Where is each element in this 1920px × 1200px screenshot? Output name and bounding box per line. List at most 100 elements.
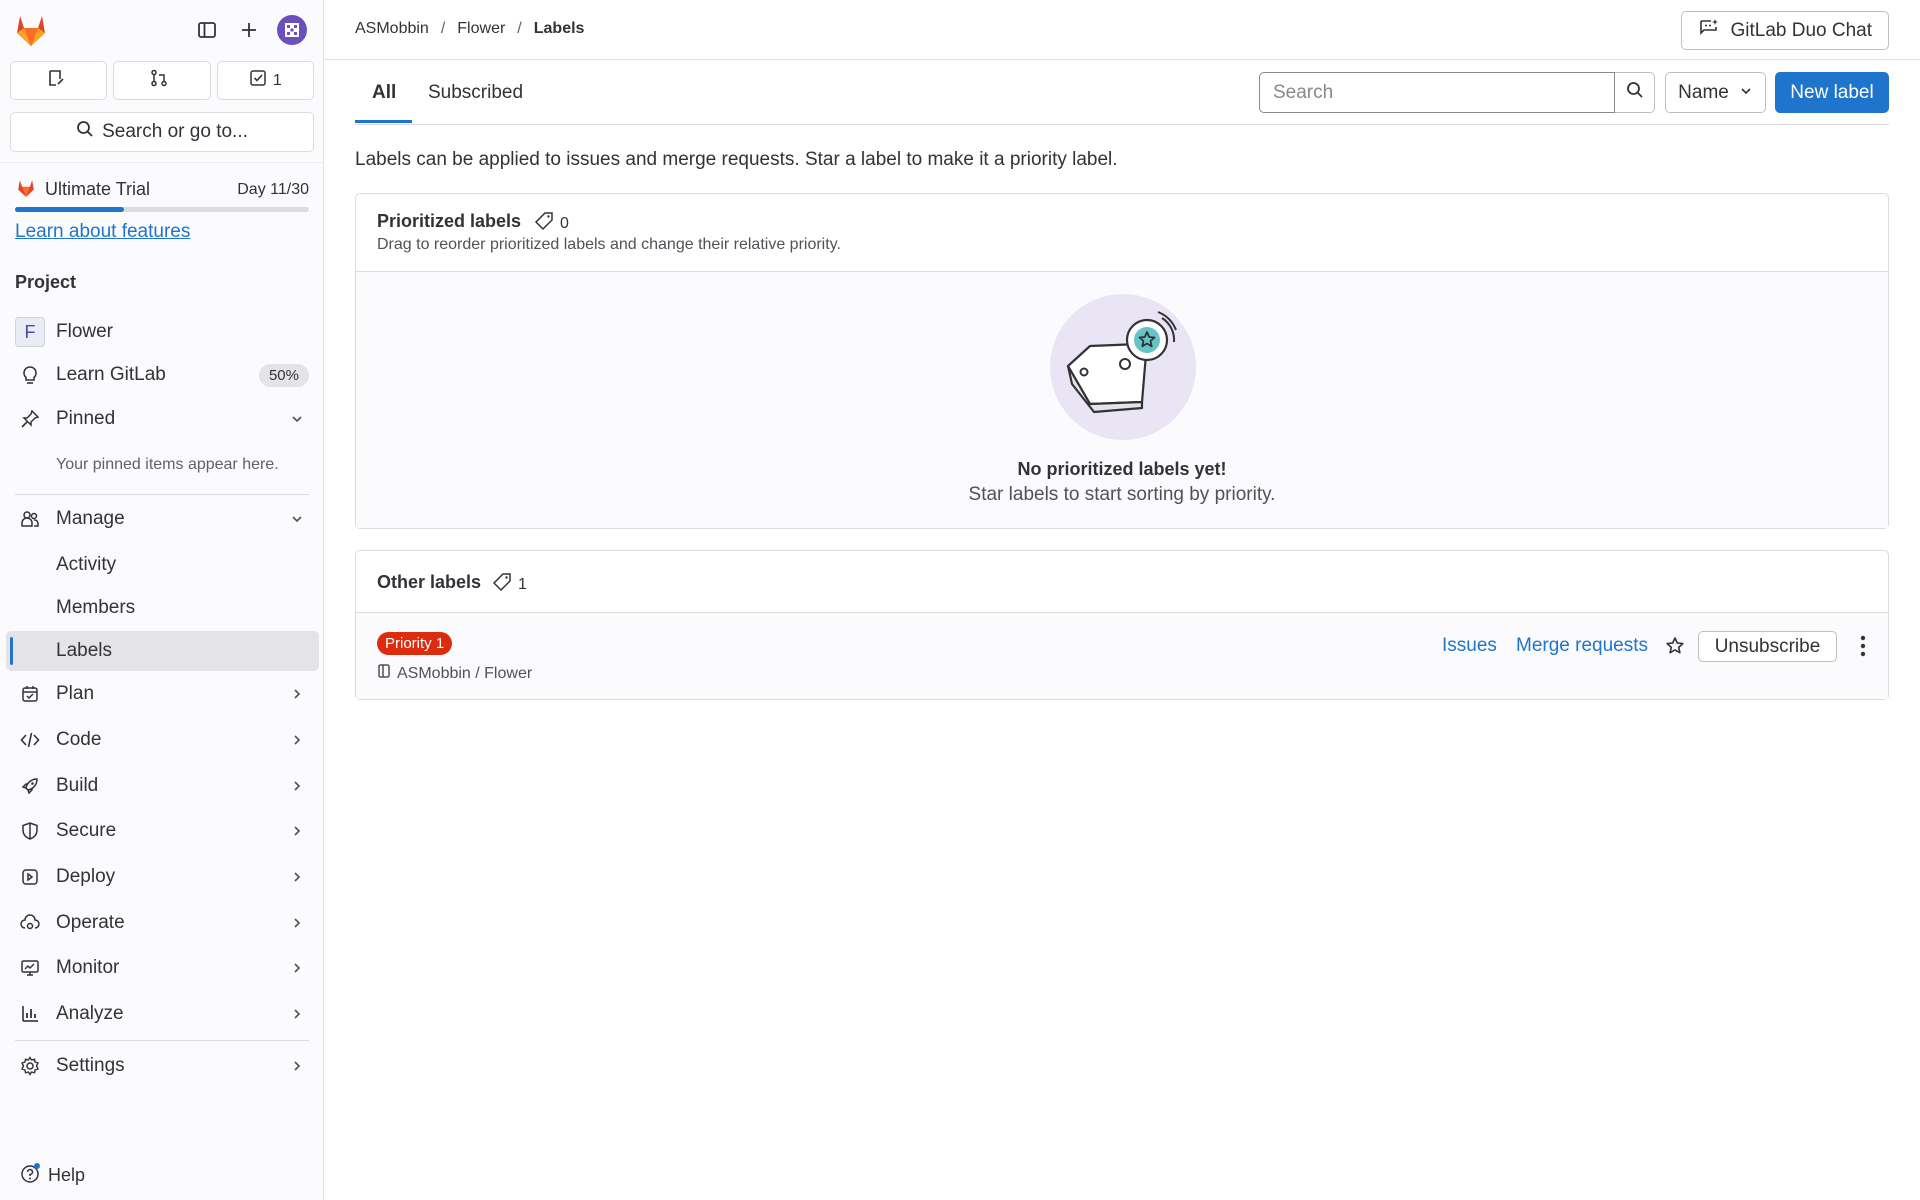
plus-icon[interactable]	[233, 14, 265, 46]
sidebar-item-label: Settings	[56, 1055, 125, 1076]
merge-requests-counter-button[interactable]	[113, 61, 211, 100]
sidebar: 1 Search or go to... Ultimate Trial Day …	[0, 0, 324, 1200]
thumbtack-icon	[18, 407, 42, 431]
duo-chat-button[interactable]: GitLab Duo Chat	[1681, 11, 1889, 50]
users-icon	[18, 507, 42, 531]
card-header: Prioritized labels 0 Drag to reorder pri…	[356, 194, 1888, 272]
sidebar-item-label: Members	[56, 597, 136, 618]
chevron-right-icon	[289, 732, 305, 748]
label-badge[interactable]: Priority 1	[377, 632, 453, 655]
sidebar-counters: 1	[10, 61, 314, 100]
label-issues-link[interactable]: Issues	[1442, 635, 1497, 657]
label-count-value: 1	[518, 575, 527, 593]
label-project-path: ASMobbin / Flower	[377, 663, 532, 684]
chevron-right-icon	[289, 915, 305, 931]
chevron-right-icon	[289, 823, 305, 839]
sidebar-item-pinned[interactable]: Pinned	[6, 399, 319, 439]
tab-subscribed[interactable]: Subscribed	[428, 82, 523, 104]
sidebar-item-activity[interactable]: Activity	[6, 545, 319, 585]
chevron-down-icon	[1739, 82, 1753, 104]
sidebar-item-members[interactable]: Members	[6, 588, 319, 628]
search-icon	[1626, 81, 1644, 104]
search-or-go-to-button[interactable]: Search or go to...	[10, 112, 314, 152]
star-icon[interactable]	[1663, 634, 1687, 658]
trial-day: Day 11/30	[237, 181, 309, 198]
divider	[15, 494, 309, 495]
chevron-right-icon	[289, 778, 305, 794]
label-merge-requests-link[interactable]: Merge requests	[1516, 635, 1648, 657]
project-avatar: F	[15, 317, 45, 347]
trial-progress-fill	[15, 207, 124, 212]
sidebar-item-deploy[interactable]: Deploy	[6, 857, 319, 897]
sidebar-item-learn-gitlab[interactable]: Learn GitLab 50%	[6, 355, 319, 395]
breadcrumb-item[interactable]: Flower	[457, 20, 505, 38]
duo-chat-icon	[1698, 17, 1720, 45]
cloud-gear-icon	[18, 911, 42, 935]
new-label-button[interactable]: New label	[1775, 72, 1889, 113]
todos-count: 1	[272, 71, 282, 89]
breadcrumb-separator: /	[517, 20, 522, 37]
search-input[interactable]	[1259, 72, 1615, 113]
sidebar-item-build[interactable]: Build	[6, 766, 319, 806]
sidebar-item-label: Deploy	[56, 866, 116, 887]
gitlab-logo-icon[interactable]	[12, 12, 50, 48]
chevron-down-icon	[289, 411, 305, 427]
trial-progress-bar	[15, 207, 309, 212]
chevron-right-icon	[289, 1058, 305, 1074]
user-avatar[interactable]	[276, 14, 308, 46]
label-count: 1	[492, 572, 527, 597]
sidebar-item-secure[interactable]: Secure	[6, 811, 319, 851]
gitlab-tanuki-icon	[15, 178, 37, 203]
sidebar-item-code[interactable]: Code	[6, 720, 319, 760]
gear-icon	[18, 1054, 42, 1078]
project-icon	[377, 663, 391, 684]
sidebar-item-labels[interactable]: Labels	[6, 631, 319, 671]
issues-counter-button[interactable]	[10, 61, 108, 100]
sidebar-item-label: Monitor	[56, 957, 120, 978]
sidebar-item-label: Labels	[56, 640, 112, 661]
empty-state: No prioritized labels yet! Star labels t…	[356, 272, 1888, 528]
search-submit-button[interactable]	[1615, 72, 1655, 113]
other-labels-card: Other labels 1 Priority 1 ASMobbin / Flo…	[355, 550, 1889, 700]
todos-counter-button[interactable]: 1	[216, 61, 314, 100]
breadcrumb: ASMobbin / Flower / Labels	[355, 20, 584, 38]
sidebar-item-settings[interactable]: Settings	[6, 1046, 319, 1086]
tab-all[interactable]: All	[372, 82, 396, 104]
breadcrumb-separator: /	[440, 20, 446, 37]
sidebar-toggle-icon[interactable]	[191, 14, 223, 46]
calendar-icon	[18, 682, 42, 706]
deploy-icon	[18, 865, 42, 889]
divider	[15, 1040, 309, 1041]
card-title: Other labels	[377, 572, 482, 592]
breadcrumb-item[interactable]: Labels	[534, 20, 585, 38]
label-count: 0	[534, 211, 569, 236]
lightbulb-icon	[18, 363, 42, 387]
help-label: Help	[48, 1165, 86, 1185]
sidebar-item-label: Activity	[56, 554, 117, 575]
learn-about-features-link[interactable]: Learn about features	[15, 221, 190, 243]
sidebar-item-monitor[interactable]: Monitor	[6, 948, 319, 988]
card-subtitle: Drag to reorder prioritized labels and c…	[377, 236, 841, 253]
chevron-right-icon	[289, 960, 305, 976]
sort-dropdown[interactable]: Name	[1665, 72, 1766, 113]
chevron-right-icon	[289, 869, 305, 885]
active-tab-indicator	[355, 120, 412, 123]
sidebar-item-plan[interactable]: Plan	[6, 674, 319, 714]
sidebar-item-label: Flower	[56, 321, 114, 342]
more-actions-icon[interactable]	[1851, 631, 1875, 661]
duo-chat-label: GitLab Duo Chat	[1730, 19, 1872, 41]
empty-labels-illustration	[1050, 294, 1196, 440]
sidebar-item-project[interactable]: F Flower	[6, 312, 319, 352]
sidebar-item-analyze[interactable]: Analyze	[6, 994, 319, 1034]
divider	[0, 162, 324, 163]
trial-widget[interactable]: Ultimate Trial Day 11/30	[15, 176, 309, 206]
sidebar-item-label: Secure	[56, 820, 117, 841]
sidebar-item-label: Build	[56, 775, 99, 796]
sidebar-item-manage[interactable]: Manage	[6, 499, 319, 539]
help-button[interactable]: Help	[20, 1162, 85, 1189]
sidebar-item-operate[interactable]: Operate	[6, 903, 319, 943]
labels-intro-text: Labels can be applied to issues and merg…	[355, 149, 1118, 170]
breadcrumb-item[interactable]: ASMobbin	[355, 20, 429, 38]
unsubscribe-button[interactable]: Unsubscribe	[1698, 631, 1837, 662]
search-icon	[76, 120, 94, 144]
